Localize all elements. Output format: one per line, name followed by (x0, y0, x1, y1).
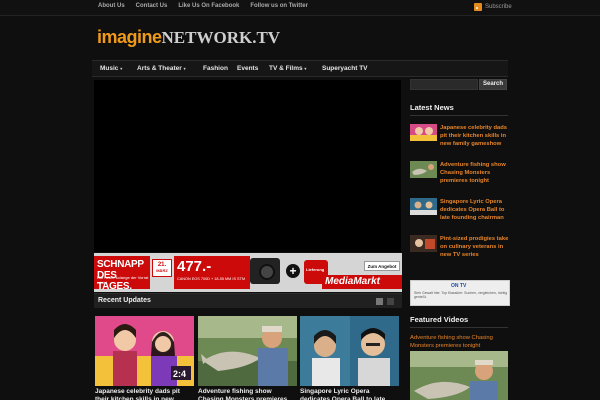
subscribe-label: Subscribe (485, 4, 512, 10)
divider (410, 115, 508, 116)
news-item[interactable]: Pint-sized prodigies take on culinary ve… (410, 235, 508, 269)
featured-video-link[interactable]: Adventure fishing show Chasing Monsters … (410, 334, 508, 350)
news-item[interactable]: Adventure fishing show Chasing Monsters … (410, 161, 508, 191)
news-item[interactable]: Singapore Lyric Opera dedicates Opera Ba… (410, 198, 508, 232)
sidebar-ad-text: Sieh Gewalt hier. Top Klassiker: Suchen,… (414, 291, 508, 299)
news-title[interactable]: Pint-sized prodigies take on culinary ve… (440, 235, 510, 259)
news-thumbnail (410, 235, 437, 252)
logo-part-imagine: imagine (97, 27, 162, 47)
list-view-icon[interactable] (387, 298, 394, 305)
ad-brand-logo: MediaMarkt (322, 275, 402, 289)
nav-fashion[interactable]: Fashion (203, 65, 228, 72)
dropdown-caret-icon: ▾ (304, 66, 307, 71)
about-us-link[interactable]: About Us (98, 3, 125, 9)
facebook-link[interactable]: Like Us On Facebook (178, 3, 239, 9)
site-logo[interactable]: imagine NETWORK.TV (97, 27, 281, 48)
recent-card[interactable]: 2:4 Japanese celebrity dads pit their ki… (95, 316, 194, 400)
dropdown-caret-icon: ▾ (183, 66, 186, 71)
news-thumbnail (410, 198, 437, 215)
ad-date-badge: 21. MÄRZ (152, 259, 172, 277)
news-thumbnail (410, 124, 437, 141)
top-links: About Us Contact Us Like Us On Facebook … (98, 3, 308, 9)
ad-subline: Nur heute solange der Vorrat reicht. (97, 275, 149, 285)
recent-card[interactable]: Adventure fishing show Chasing Monsters … (198, 316, 297, 400)
plus-icon: + (286, 264, 300, 278)
ad-price: 477.- (177, 258, 212, 275)
main-nav: Music ▾ Arts & Theater ▾ Fashion Events … (92, 60, 508, 77)
dropdown-caret-icon: ▾ (120, 66, 123, 71)
nav-superyacht-tv[interactable]: Superyacht TV (322, 65, 368, 72)
recent-updates-header: Recent Updates (94, 293, 402, 308)
svg-text:2:4: 2:4 (173, 369, 186, 379)
latest-news-title: Latest News (410, 103, 454, 112)
recent-caption[interactable]: Adventure fishing show Chasing Monsters … (198, 388, 297, 400)
recent-updates-title: Recent Updates (98, 297, 151, 304)
news-thumbnail (410, 161, 437, 178)
rss-icon (474, 3, 482, 11)
sidebar-ad[interactable]: ON TV Sieh Gewalt hier. Top Klassiker: S… (410, 280, 510, 306)
recent-card[interactable]: Singapore Lyric Opera dedicates Opera Ba… (300, 316, 399, 400)
news-item[interactable]: Japanese celebrity dads pit their kitche… (410, 124, 508, 154)
ad-headline-block: SCHNAPP DES TAGES. Nur heute solange der… (94, 256, 150, 292)
recent-thumbnail (300, 316, 399, 386)
ad-product: CANON EOS 700D + 18-55 MM IS STM (177, 277, 246, 281)
sidebar-ad-title: ON TV (451, 283, 467, 289)
recent-thumbnail (198, 316, 297, 386)
nav-events[interactable]: Events (237, 65, 258, 72)
divider (410, 327, 508, 328)
logo-part-network: NETWORK.TV (161, 28, 281, 47)
twitter-link[interactable]: Follow us on Twitter (250, 3, 308, 9)
contact-us-link[interactable]: Contact Us (136, 3, 168, 9)
featured-video-player[interactable] (94, 80, 401, 252)
camera-image (250, 258, 280, 284)
recent-thumbnail: 2:4 (95, 316, 194, 386)
news-title[interactable]: Adventure fishing show Chasing Monsters … (440, 161, 510, 185)
ad-price-block: 477.- CANON EOS 700D + 18-55 MM IS STM (174, 256, 250, 289)
featured-video-thumbnail[interactable] (410, 351, 508, 400)
recent-caption[interactable]: Japanese celebrity dads pit their kitche… (95, 388, 194, 400)
recent-caption[interactable]: Singapore Lyric Opera dedicates Opera Ba… (300, 388, 399, 400)
nav-music[interactable]: Music ▾ (100, 65, 122, 72)
search-input[interactable] (410, 79, 478, 90)
featured-videos-title: Featured Videos (410, 315, 469, 324)
banner-ad[interactable]: SCHNAPP DES TAGES. Nur heute solange der… (94, 253, 402, 292)
nav-tv-films[interactable]: TV & Films ▾ (269, 65, 306, 72)
top-bar: About Us Contact Us Like Us On Facebook … (0, 0, 600, 16)
grid-view-icon[interactable] (376, 298, 383, 305)
subscribe-link[interactable]: Subscribe (474, 3, 512, 11)
ad-cta-button[interactable]: Zum Angebot (364, 261, 400, 271)
search-button[interactable]: Search (479, 79, 507, 90)
news-title[interactable]: Japanese celebrity dads pit their kitche… (440, 124, 510, 148)
nav-arts-theater[interactable]: Arts & Theater ▾ (137, 65, 186, 72)
news-title[interactable]: Singapore Lyric Opera dedicates Opera Ba… (440, 198, 510, 222)
